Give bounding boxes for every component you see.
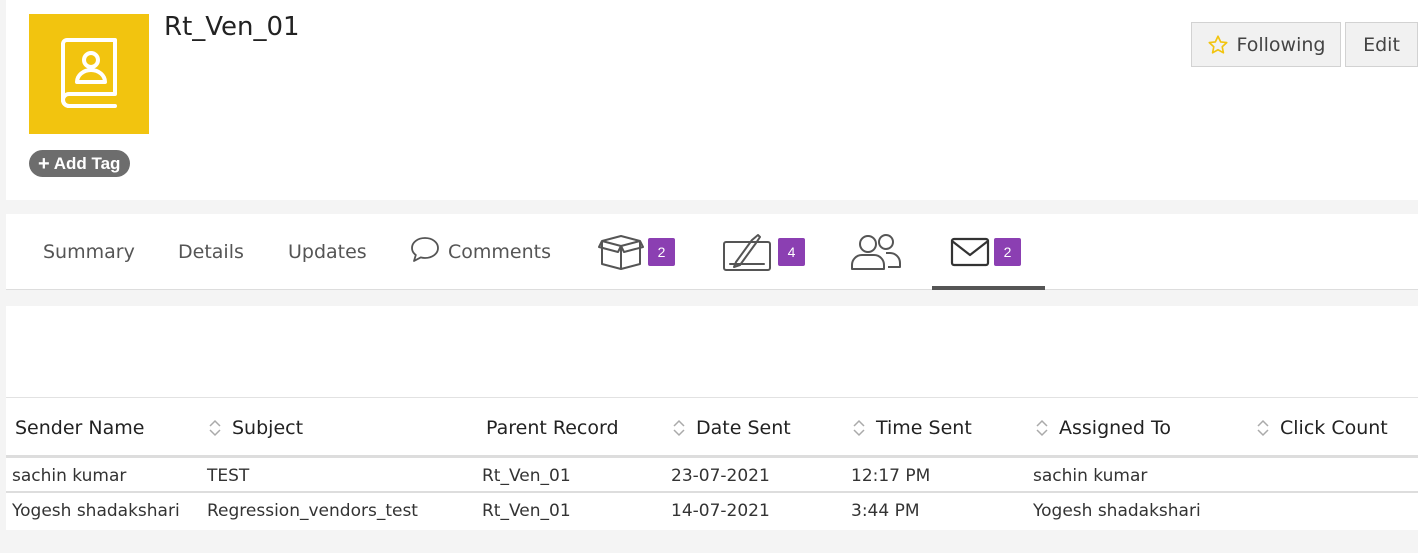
column-header-subject[interactable]: Subject (208, 398, 303, 458)
edit-button[interactable]: Edit (1345, 22, 1418, 67)
table-row[interactable]: sachin kumar TEST Rt_Ven_01 23-07-2021 1… (6, 458, 1418, 493)
tab-details-label: Details (178, 241, 244, 263)
sort-icon (672, 418, 686, 438)
cell-time-sent: 3:44 PM (851, 500, 920, 521)
tab-comments-label: Comments (448, 241, 551, 263)
column-label: Sender Name (15, 417, 145, 439)
column-label: Date Sent (696, 417, 791, 439)
cell-sender-name: sachin kumar (12, 465, 127, 486)
record-header: Rt_Ven_01 + Add Tag Following Edit (6, 0, 1418, 200)
column-header-date-sent[interactable]: Date Sent (672, 398, 791, 458)
cell-assigned-to: Yogesh shadakshari (1033, 500, 1201, 521)
column-label: Parent Record (486, 417, 619, 439)
tab-updates-label: Updates (288, 241, 367, 263)
column-header-parent-record[interactable]: Parent Record (486, 398, 619, 458)
sort-icon (1256, 418, 1270, 438)
column-header-time-sent[interactable]: Time Sent (852, 398, 972, 458)
tab-items[interactable]: 2 (598, 214, 675, 290)
list-toolbar-area (6, 306, 1418, 398)
tab-emails-badge: 2 (994, 238, 1021, 266)
plus-icon: + (38, 152, 50, 175)
box-icon (598, 233, 644, 271)
cell-subject[interactable]: TEST (207, 458, 249, 493)
record-title: Rt_Ven_01 (164, 12, 300, 42)
column-header-click-count[interactable]: Click Count (1256, 398, 1388, 458)
tab-summary[interactable]: Summary (43, 214, 135, 290)
tab-items-badge: 2 (648, 238, 675, 266)
following-button[interactable]: Following (1191, 22, 1341, 67)
table-header: Sender Name Subject Parent Record Date S… (6, 398, 1418, 458)
column-label: Subject (232, 417, 304, 439)
add-tag-button[interactable]: + Add Tag (29, 150, 131, 177)
tab-details[interactable]: Details (178, 214, 244, 290)
envelope-icon (950, 237, 990, 267)
edit-label: Edit (1363, 33, 1400, 56)
email-list: Sender Name Subject Parent Record Date S… (6, 306, 1418, 530)
sort-icon (208, 418, 222, 438)
column-header-sender-name[interactable]: Sender Name (15, 398, 144, 458)
column-label: Time Sent (876, 417, 972, 439)
tab-updates[interactable]: Updates (288, 214, 367, 290)
cell-parent-record[interactable]: Rt_Ven_01 (482, 493, 571, 528)
tab-contacts[interactable] (850, 214, 902, 290)
sort-icon (852, 418, 866, 438)
contract-icon (722, 232, 774, 272)
star-icon (1207, 34, 1228, 54)
following-label: Following (1236, 33, 1326, 56)
tab-comments[interactable]: Comments (410, 214, 551, 290)
comment-icon (410, 235, 440, 263)
table-row[interactable]: Yogesh shadakshari Regression_vendors_te… (6, 493, 1418, 528)
cell-sender-name: Yogesh shadakshari (12, 500, 180, 521)
tab-contracts-badge: 4 (778, 238, 805, 266)
cell-time-sent: 12:17 PM (851, 465, 931, 486)
cell-assigned-to: sachin kumar (1033, 465, 1148, 486)
sort-icon (1035, 418, 1049, 438)
cell-subject[interactable]: Regression_vendors_test (207, 493, 418, 528)
column-label: Assigned To (1059, 417, 1171, 439)
tab-bar: Summary Details Updates Comments 2 4 2 (6, 214, 1418, 290)
users-icon (850, 233, 902, 271)
column-header-assigned-to[interactable]: Assigned To (1035, 398, 1171, 458)
tab-contracts[interactable]: 4 (722, 214, 805, 290)
cell-parent-record[interactable]: Rt_Ven_01 (482, 458, 571, 493)
record-avatar (29, 14, 149, 134)
tab-summary-label: Summary (43, 241, 135, 263)
cell-date-sent: 14-07-2021 (671, 500, 770, 521)
contact-book-icon (61, 38, 117, 108)
cell-date-sent: 23-07-2021 (671, 465, 770, 486)
column-label: Click Count (1280, 417, 1388, 439)
tab-emails[interactable]: 2 (932, 214, 1045, 290)
add-tag-label: Add Tag (53, 153, 121, 173)
